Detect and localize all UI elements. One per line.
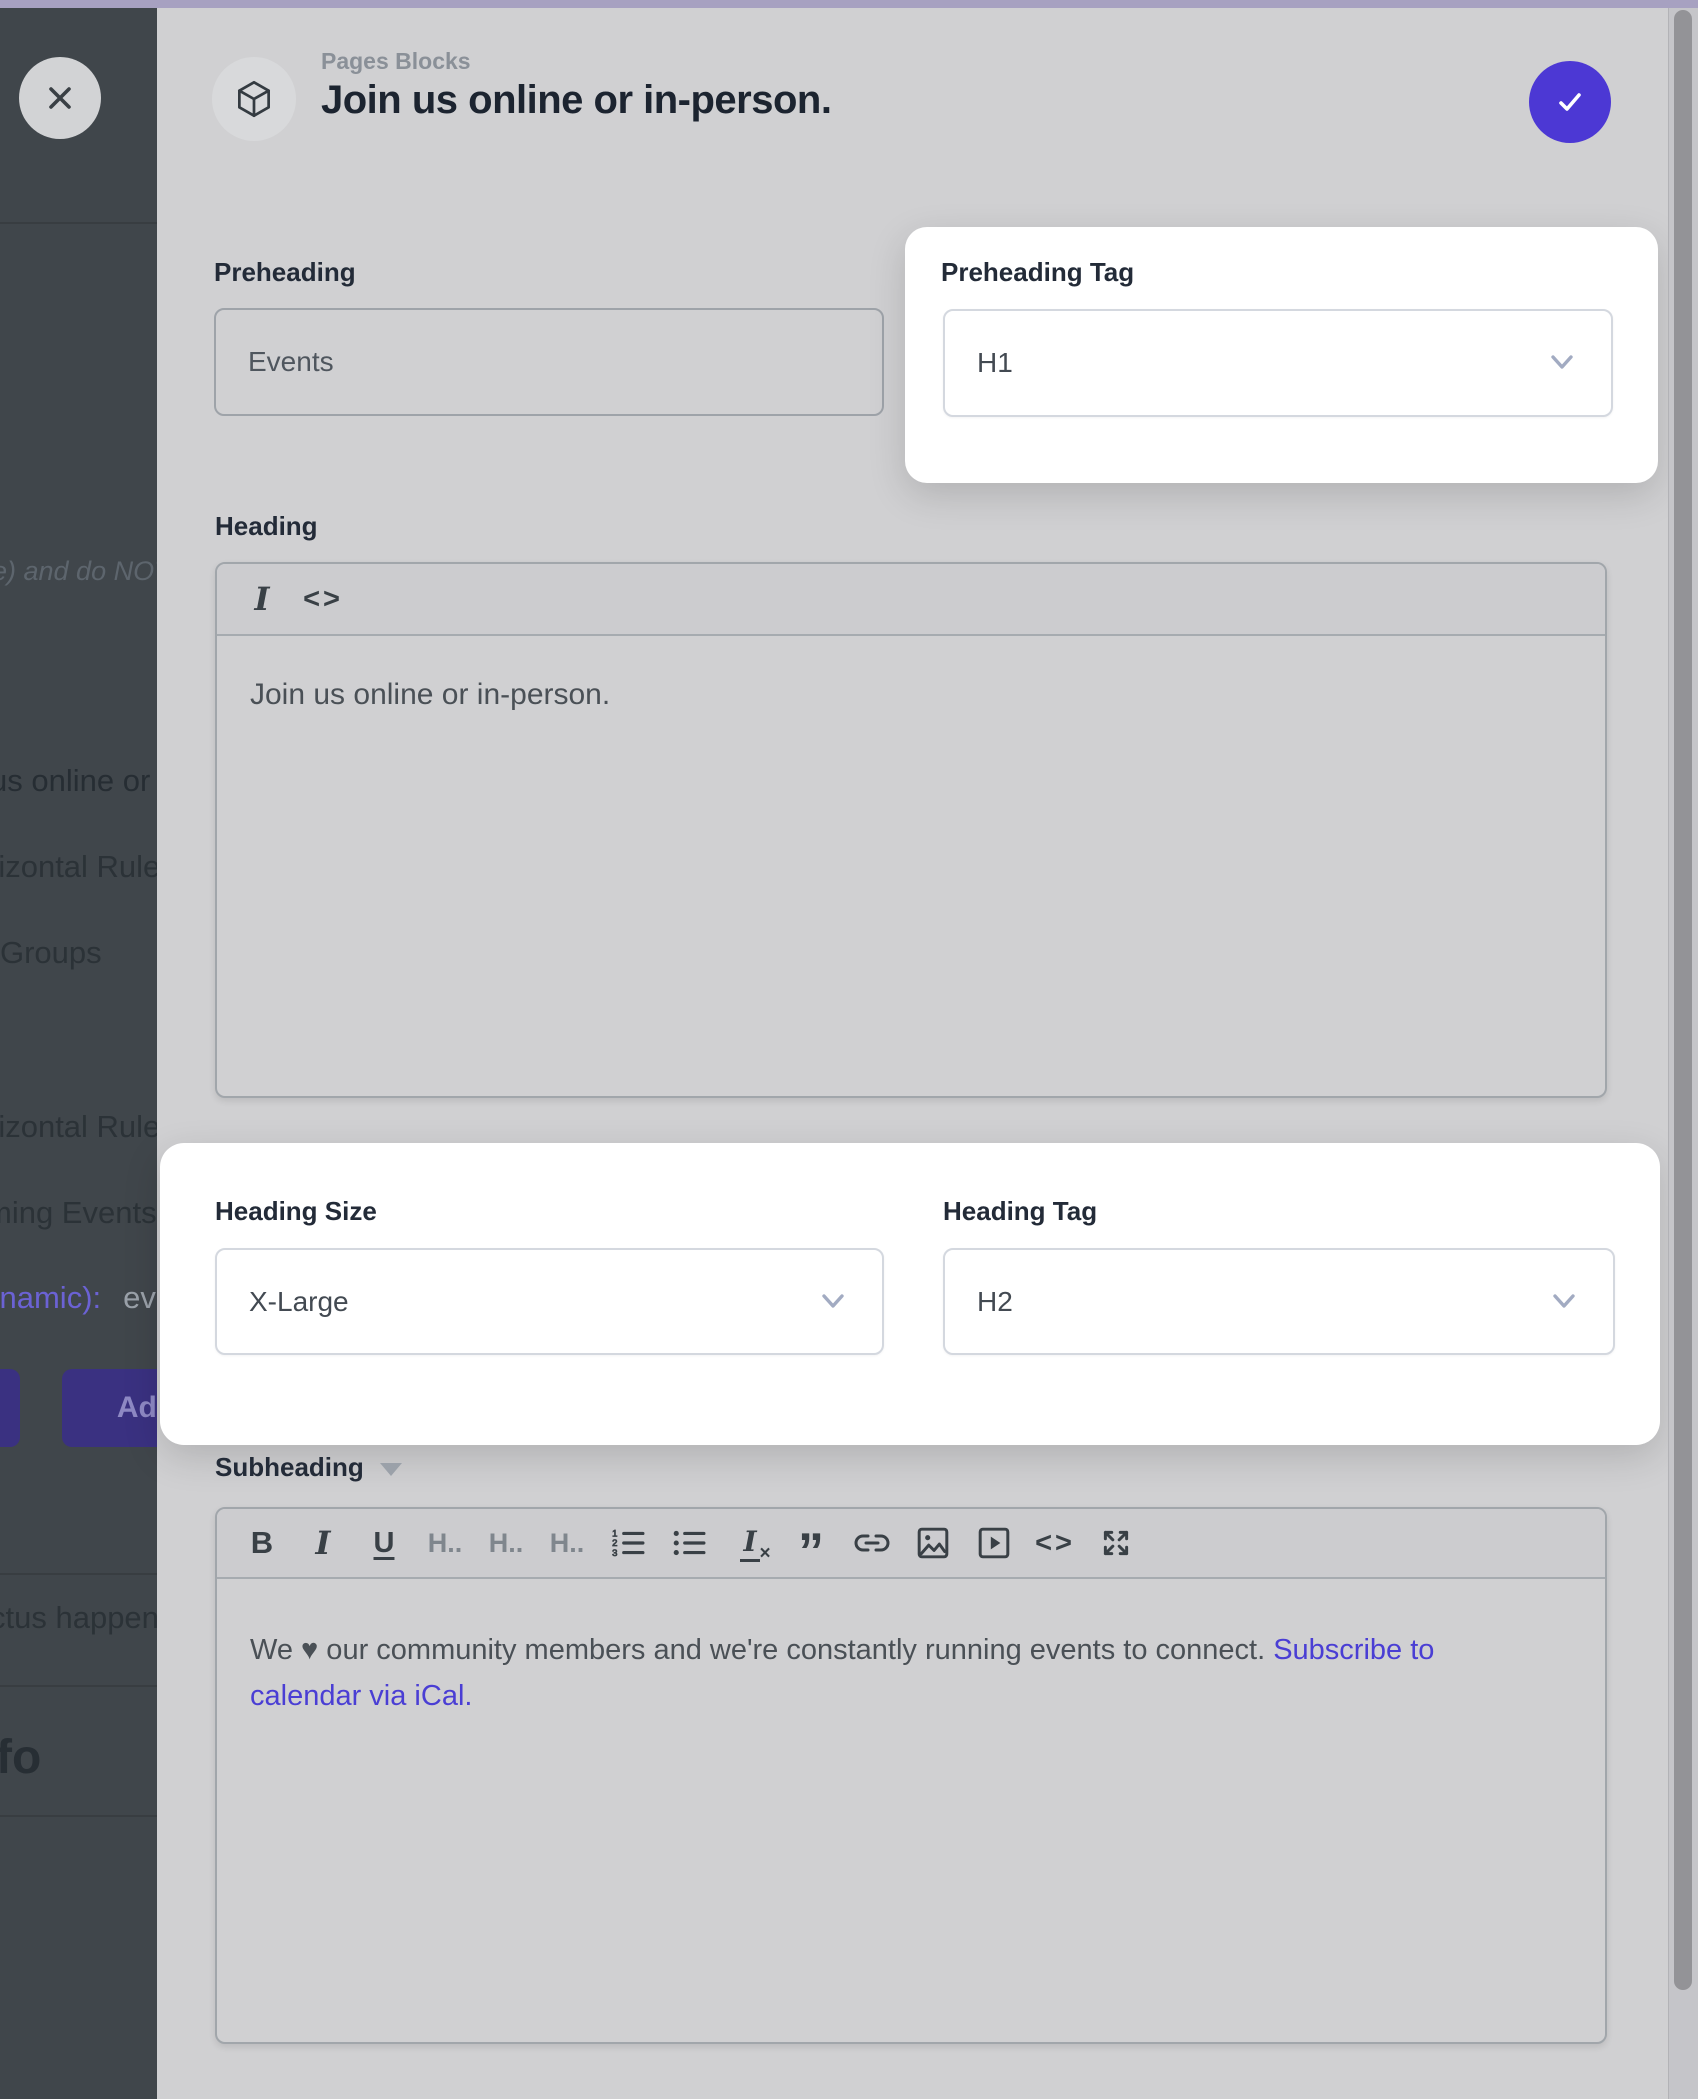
check-icon: [1550, 82, 1590, 122]
heading3-icon[interactable]: H..: [544, 1519, 590, 1567]
heading2-icon[interactable]: H..: [483, 1519, 529, 1567]
link-icon[interactable]: [849, 1519, 895, 1567]
cube-icon: [231, 76, 277, 122]
background-page-sidebar: e) and do NOT us online or i rizontal Ru…: [0, 8, 157, 2099]
divider: [0, 1815, 157, 1817]
block-editor-panel: Pages Blocks Join us online or in-person…: [157, 8, 1698, 2099]
bg-dynamic-label: ynamic):: [0, 1280, 101, 1315]
top-edge-strip: [0, 0, 1698, 8]
subheading-label-row: Subheading: [215, 1452, 402, 1483]
heading-editor-content[interactable]: Join us online or in-person.: [217, 678, 1605, 712]
bg-dynamic-value: ev: [123, 1280, 156, 1315]
bg-text-fragment: ctus happen: [0, 1600, 157, 1636]
preheading-input[interactable]: Events: [214, 308, 884, 416]
bg-add-button: Add: [62, 1369, 157, 1447]
scrollbar-thumb[interactable]: [1674, 10, 1692, 1990]
preheading-value: Events: [248, 346, 334, 378]
bg-text-fragment: ming Events: [0, 1195, 157, 1231]
blockquote-icon[interactable]: ”: [788, 1510, 834, 1576]
heading-tag-select[interactable]: H2: [943, 1248, 1615, 1355]
bg-text-fragment: ynamic): ev: [0, 1280, 156, 1316]
clear-formatting-icon[interactable]: I×: [727, 1519, 773, 1567]
breadcrumb: Pages Blocks: [321, 48, 471, 75]
heading-editor[interactable]: I <> Join us online or in-person.: [215, 562, 1607, 1098]
bg-text-fragment: e) and do NOT: [0, 556, 157, 587]
close-icon: [44, 82, 76, 114]
underline-icon[interactable]: U: [361, 1519, 407, 1567]
bg-add-button-label: Add: [62, 1369, 157, 1447]
bg-text-fragment: rizontal Rule: [0, 849, 157, 885]
chevron-down-icon: [1549, 1292, 1579, 1312]
subheading-editor-content[interactable]: We ♥ our community members and we're con…: [217, 1627, 1605, 1719]
image-icon[interactable]: [910, 1519, 956, 1567]
subheading-text: We ♥ our community members and we're con…: [250, 1634, 1273, 1666]
screen: { "colors": { "accent": "#4c38d4", "link…: [0, 0, 1698, 2099]
subheading-editor-toolbar: B I U H.. H.. H.. 1 2 3 I×: [217, 1509, 1605, 1579]
preheading-label: Preheading: [214, 257, 356, 288]
subscribe-link[interactable]: Subscribe to: [1273, 1634, 1434, 1666]
block-icon-badge: [212, 57, 296, 141]
bold-icon[interactable]: B: [239, 1519, 285, 1567]
preheading-tag-card: Preheading Tag H1: [905, 227, 1658, 483]
subheading-line-2: calendar via iCal.: [250, 1673, 1572, 1719]
preheading-tag-select[interactable]: H1: [943, 309, 1613, 417]
confirm-button[interactable]: [1529, 61, 1611, 143]
bg-text-fragment: rizontal Rule: [0, 1109, 157, 1145]
heading-label: Heading: [215, 511, 318, 542]
bg-section-title-fragment: fo: [0, 1730, 41, 1785]
divider: [0, 1573, 157, 1575]
modal-close-button[interactable]: [19, 57, 101, 139]
subscribe-link[interactable]: calendar via iCal.: [250, 1680, 472, 1712]
preheading-tag-value: H1: [977, 347, 1013, 379]
svg-text:3: 3: [612, 1548, 617, 1559]
bg-button-partial: [0, 1369, 20, 1447]
page-title: Join us online or in-person.: [321, 78, 831, 123]
italic-icon[interactable]: I: [239, 575, 285, 623]
heading-size-label: Heading Size: [215, 1196, 377, 1227]
subheading-label: Subheading: [215, 1452, 364, 1483]
chevron-down-icon: [1547, 353, 1577, 373]
heading-size-tag-card: Heading Size X-Large Heading Tag H2: [160, 1143, 1660, 1445]
italic-icon[interactable]: I: [300, 1519, 346, 1567]
code-icon[interactable]: <>: [300, 575, 346, 623]
heading-tag-label: Heading Tag: [943, 1196, 1097, 1227]
subheading-line-1: We ♥ our community members and we're con…: [250, 1627, 1572, 1673]
heading1-icon[interactable]: H..: [422, 1519, 468, 1567]
heading-editor-toolbar: I <>: [217, 564, 1605, 636]
heading-size-value: X-Large: [249, 1286, 349, 1318]
bg-text-fragment: Groups: [0, 935, 102, 971]
collapse-caret-icon[interactable]: [380, 1463, 402, 1476]
divider: [0, 1685, 157, 1687]
video-icon[interactable]: [971, 1519, 1017, 1567]
fullscreen-icon[interactable]: [1093, 1519, 1139, 1567]
ordered-list-icon[interactable]: 1 2 3: [605, 1519, 651, 1567]
bullet-list-icon[interactable]: [666, 1519, 712, 1567]
heading-size-select[interactable]: X-Large: [215, 1248, 884, 1355]
code-icon[interactable]: <>: [1032, 1519, 1078, 1567]
bg-text-fragment: us online or i: [0, 763, 157, 799]
chevron-down-icon: [818, 1292, 848, 1312]
subheading-editor[interactable]: B I U H.. H.. H.. 1 2 3 I×: [215, 1507, 1607, 2044]
divider: [0, 222, 157, 224]
preheading-tag-label: Preheading Tag: [941, 257, 1134, 288]
heading-text: Join us online or in-person.: [250, 678, 610, 711]
heading-tag-value: H2: [977, 1286, 1013, 1318]
